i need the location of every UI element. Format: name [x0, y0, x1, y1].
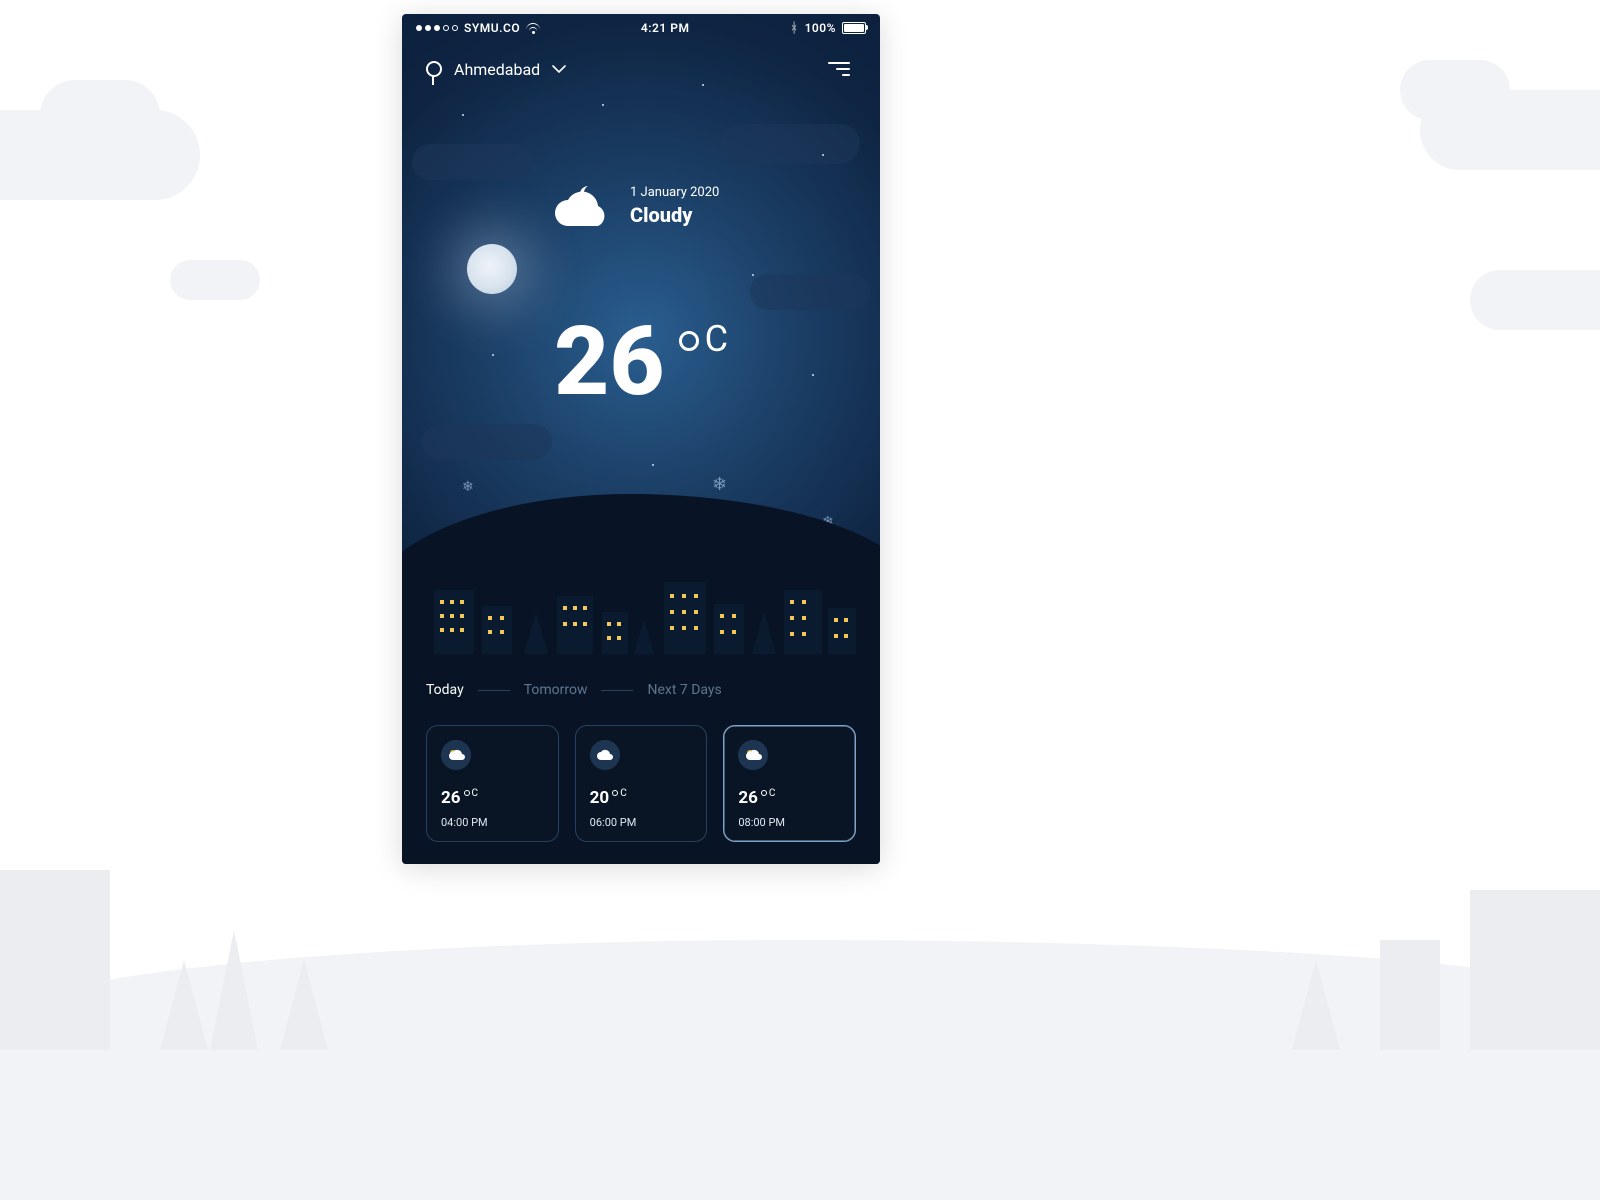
status-bar: SYMU.CO 4:21 PM ᚼ 100% — [402, 14, 880, 42]
building-icon — [602, 612, 628, 654]
tree-icon — [634, 620, 654, 654]
tab-divider — [478, 690, 510, 691]
hour-temp: 26 — [441, 788, 461, 808]
menu-button[interactable] — [822, 56, 856, 82]
building-icon — [664, 582, 706, 654]
wifi-icon — [526, 23, 540, 34]
tree-icon — [752, 612, 776, 654]
tab-divider — [601, 690, 633, 691]
moon-icon — [467, 244, 517, 294]
sky-cloud — [750, 274, 870, 310]
forecast-tabs: Today Tomorrow Next 7 Days — [426, 682, 856, 698]
hour-temp: 26 — [738, 788, 758, 808]
building-icon — [784, 590, 822, 654]
current-condition-label: Cloudy — [630, 203, 719, 227]
tab-tomorrow[interactable]: Tomorrow — [524, 682, 588, 698]
building-icon — [434, 590, 474, 654]
current-date: 1 January 2020 — [630, 183, 719, 204]
location-selector[interactable]: Ahmedabad — [426, 60, 566, 79]
bg-tree — [280, 960, 328, 1050]
hour-card[interactable]: 26 C 04:00 PM — [426, 725, 559, 842]
bg-cloud — [1400, 60, 1510, 120]
bg-tree — [1292, 960, 1340, 1050]
status-time: 4:21 PM — [641, 21, 690, 35]
snowflake-icon: ❄ — [462, 479, 474, 495]
hourly-cards: 26 C 04:00 PM 20 C 06:00 PM 26 C 08:00 PM — [426, 725, 856, 842]
sun-cloud-icon — [441, 740, 471, 770]
carrier-label: SYMU.CO — [464, 21, 520, 35]
degree-icon — [679, 331, 699, 351]
hour-unit: C — [620, 788, 627, 799]
tree-icon — [524, 612, 548, 654]
hour-unit: C — [769, 788, 776, 799]
bg-cloud — [40, 80, 160, 150]
bg-cloud — [1470, 270, 1600, 330]
bg-tree — [160, 960, 208, 1050]
sky-cloud — [422, 424, 552, 460]
bg-building — [0, 870, 110, 1050]
battery-icon — [842, 22, 866, 34]
hour-time: 06:00 PM — [590, 816, 693, 829]
sky-cloud — [720, 124, 860, 164]
temp-unit: C — [705, 318, 728, 360]
current-temperature: 26 C — [402, 314, 880, 410]
hour-time: 08:00 PM — [738, 816, 841, 829]
sky-cloud — [412, 144, 532, 180]
cloudy-night-icon — [550, 182, 614, 228]
building-icon — [714, 604, 744, 654]
cloud-icon — [590, 740, 620, 770]
hour-card[interactable]: 26 C 08:00 PM — [723, 725, 856, 842]
tab-today[interactable]: Today — [426, 682, 464, 698]
pin-icon — [426, 61, 442, 77]
phone-frame: ❄ ❄ ❄ ❄ ❄ SYMU.CO 4:21 PM ᚼ 100% Ahmedab… — [402, 14, 880, 864]
bluetooth-icon: ᚼ — [790, 21, 798, 36]
sun-cloud-icon — [738, 740, 768, 770]
building-icon — [482, 606, 512, 654]
snowflake-icon: ❄ — [712, 474, 727, 495]
temp-value: 26 — [554, 314, 665, 410]
bg-building — [1470, 890, 1600, 1050]
hour-time: 04:00 PM — [441, 816, 544, 829]
building-icon — [828, 608, 856, 654]
chevron-down-icon — [552, 64, 566, 74]
bg-tree — [210, 930, 258, 1050]
hour-temp: 20 — [590, 788, 610, 808]
current-condition: 1 January 2020 Cloudy — [550, 182, 719, 228]
building-icon — [557, 596, 593, 654]
location-city: Ahmedabad — [454, 60, 540, 79]
hour-card[interactable]: 20 C 06:00 PM — [575, 725, 708, 842]
battery-percent: 100% — [805, 21, 836, 35]
hour-unit: C — [472, 788, 479, 799]
tab-next-7-days[interactable]: Next 7 Days — [647, 682, 721, 698]
signal-dots-icon — [416, 25, 458, 31]
bg-cloud — [170, 260, 260, 300]
bg-building — [1380, 940, 1440, 1050]
